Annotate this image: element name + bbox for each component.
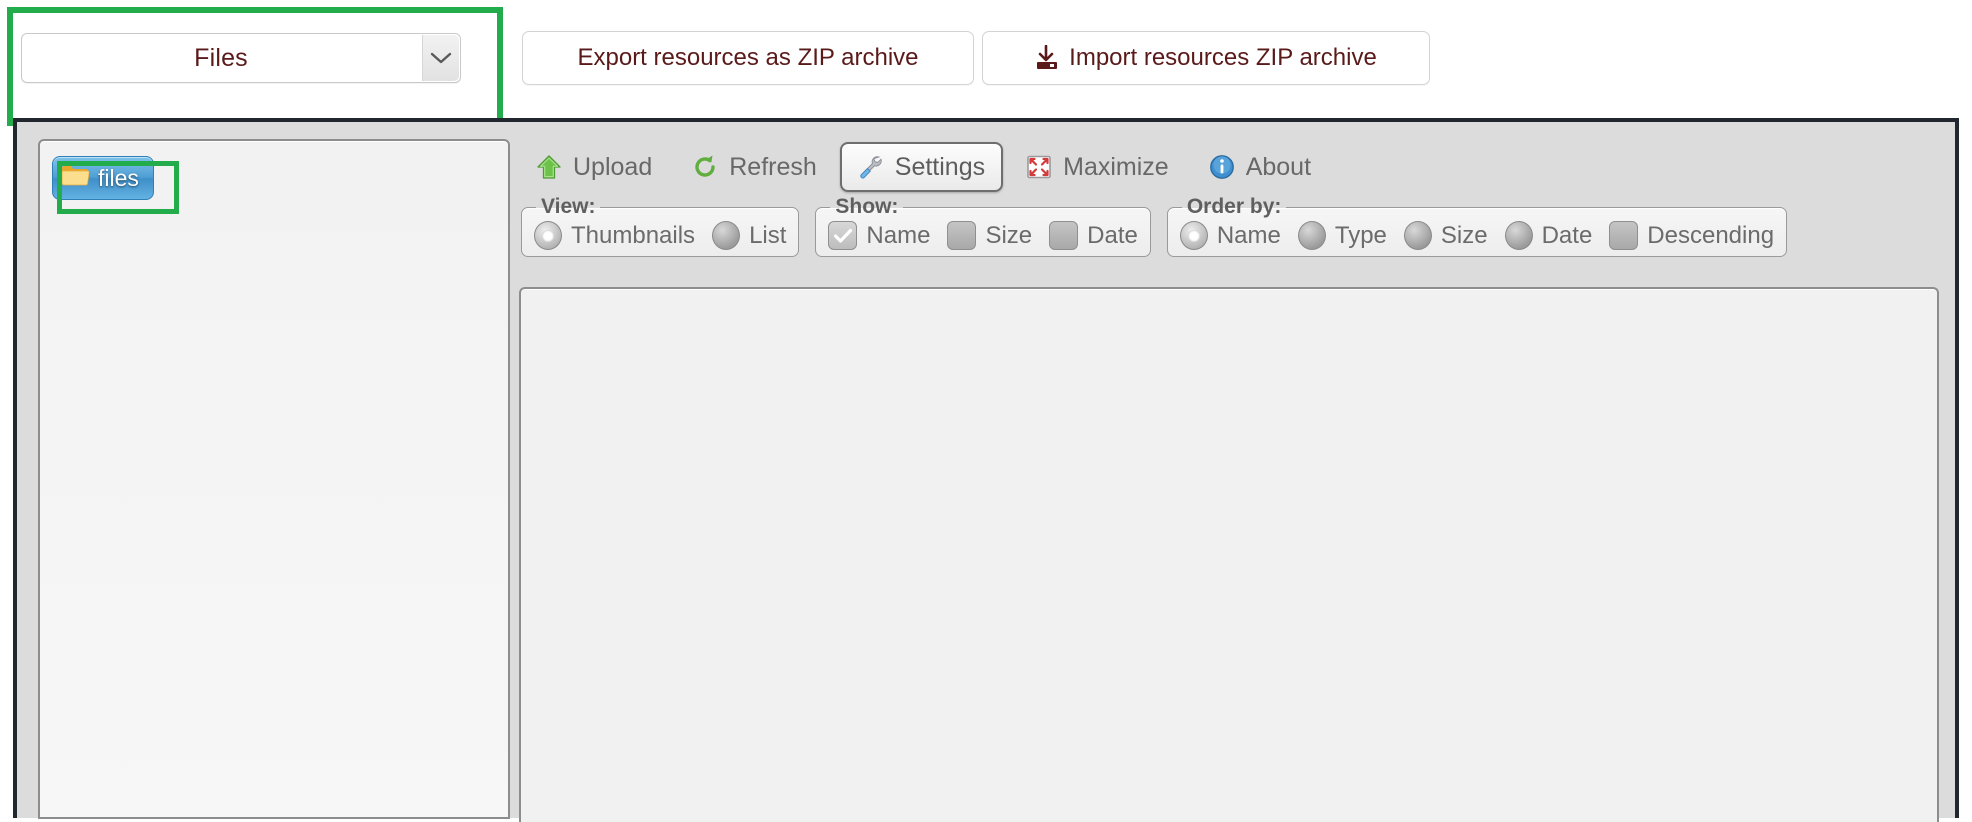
show-group-legend: Show: <box>835 195 899 218</box>
radio-icon[interactable] <box>1179 221 1208 250</box>
radio-icon[interactable] <box>1403 221 1432 250</box>
view-option-list-label: List <box>749 221 787 249</box>
settings-button-label: Settings <box>894 152 986 181</box>
order-by-option-descending[interactable]: Descending <box>1609 221 1774 250</box>
show-option-size[interactable]: Size <box>947 221 1032 250</box>
resource-select-wrapper[interactable]: Files <box>21 33 461 83</box>
maximize-button-label: Maximize <box>1063 152 1169 181</box>
order-by-option-size-label: Size <box>1440 221 1488 249</box>
import-resources-zip-button[interactable]: Import resources ZIP archive <box>982 31 1430 85</box>
order-by-group-legend: Order by: <box>1186 195 1282 218</box>
checkbox-icon[interactable] <box>947 221 977 250</box>
show-option-name[interactable]: Name <box>828 221 930 250</box>
checkbox-icon[interactable] <box>1609 221 1639 250</box>
tree-item-label: files <box>98 164 139 191</box>
folder-icon <box>61 164 90 192</box>
download-import-icon <box>1035 45 1059 71</box>
refresh-button[interactable]: Refresh <box>675 142 834 192</box>
settings-options-row: View: Thumbnails List Show: Name Size Da… <box>521 195 1788 257</box>
view-option-thumbnails-label: Thumbnails <box>571 221 696 249</box>
order-by-option-descending-label: Descending <box>1647 221 1775 249</box>
show-option-size-label: Size <box>985 221 1033 249</box>
tree-item-files[interactable]: files <box>52 156 154 200</box>
wrench-screwdriver-icon <box>858 154 884 180</box>
order-by-option-type[interactable]: Type <box>1297 221 1387 250</box>
resource-select[interactable]: Files <box>21 33 461 83</box>
show-group: Show: Name Size Date <box>815 195 1151 257</box>
show-option-date[interactable]: Date <box>1049 221 1138 250</box>
upload-button[interactable]: Upload <box>519 142 669 192</box>
show-option-date-label: Date <box>1087 221 1138 249</box>
radio-icon[interactable] <box>712 221 741 250</box>
order-by-option-date-label: Date <box>1541 221 1593 249</box>
export-button-label: Export resources as ZIP archive <box>577 44 919 71</box>
resource-select-value: Files <box>194 43 248 72</box>
maximize-icon <box>1026 154 1052 180</box>
top-bar: Files Export resources as ZIP archive Im… <box>0 0 1972 127</box>
radio-icon[interactable] <box>1504 221 1533 250</box>
view-group: View: Thumbnails List <box>521 195 800 257</box>
show-options: Name Size Date <box>828 221 1138 250</box>
refresh-button-label: Refresh <box>729 152 817 181</box>
chevron-down-icon[interactable] <box>422 35 459 81</box>
about-button[interactable]: About <box>1192 142 1328 192</box>
radio-icon[interactable] <box>1297 221 1326 250</box>
maximize-button[interactable]: Maximize <box>1009 142 1186 192</box>
refresh-arrow-icon <box>692 154 718 180</box>
radio-icon[interactable] <box>534 221 562 250</box>
view-options: Thumbnails List <box>534 221 786 250</box>
order-by-option-type-label: Type <box>1334 221 1387 249</box>
show-option-name-label: Name <box>866 221 931 249</box>
upload-button-label: Upload <box>573 152 653 181</box>
view-option-list[interactable]: List <box>712 221 786 250</box>
order-by-group: Order by: Name Type Size Date Descending <box>1166 195 1788 257</box>
green-up-arrow-icon <box>536 154 562 180</box>
import-button-label: Import resources ZIP archive <box>1069 44 1377 71</box>
file-manager-frame: files Upload Refresh Settings Maximize A… <box>13 118 1959 822</box>
order-by-option-name[interactable]: Name <box>1179 221 1281 250</box>
file-listing-pane[interactable] <box>519 287 1939 822</box>
file-manager-toolbar: Upload Refresh Settings Maximize About <box>519 139 1334 195</box>
order-by-option-size[interactable]: Size <box>1403 221 1488 250</box>
order-by-options: Name Type Size Date Descending <box>1179 221 1774 250</box>
export-resources-zip-button[interactable]: Export resources as ZIP archive <box>522 31 974 85</box>
about-button-label: About <box>1245 152 1312 181</box>
file-manager-main: Upload Refresh Settings Maximize About V… <box>519 139 1941 822</box>
view-option-thumbnails[interactable]: Thumbnails <box>534 221 695 250</box>
checkbox-icon[interactable] <box>1049 221 1079 250</box>
checkbox-icon[interactable] <box>828 221 858 250</box>
order-by-option-date[interactable]: Date <box>1504 221 1593 250</box>
folder-tree-panel[interactable]: files <box>38 139 510 819</box>
settings-button[interactable]: Settings <box>839 142 1004 192</box>
order-by-option-name-label: Name <box>1216 221 1281 249</box>
info-circle-icon <box>1209 154 1235 180</box>
view-group-legend: View: <box>541 195 596 218</box>
